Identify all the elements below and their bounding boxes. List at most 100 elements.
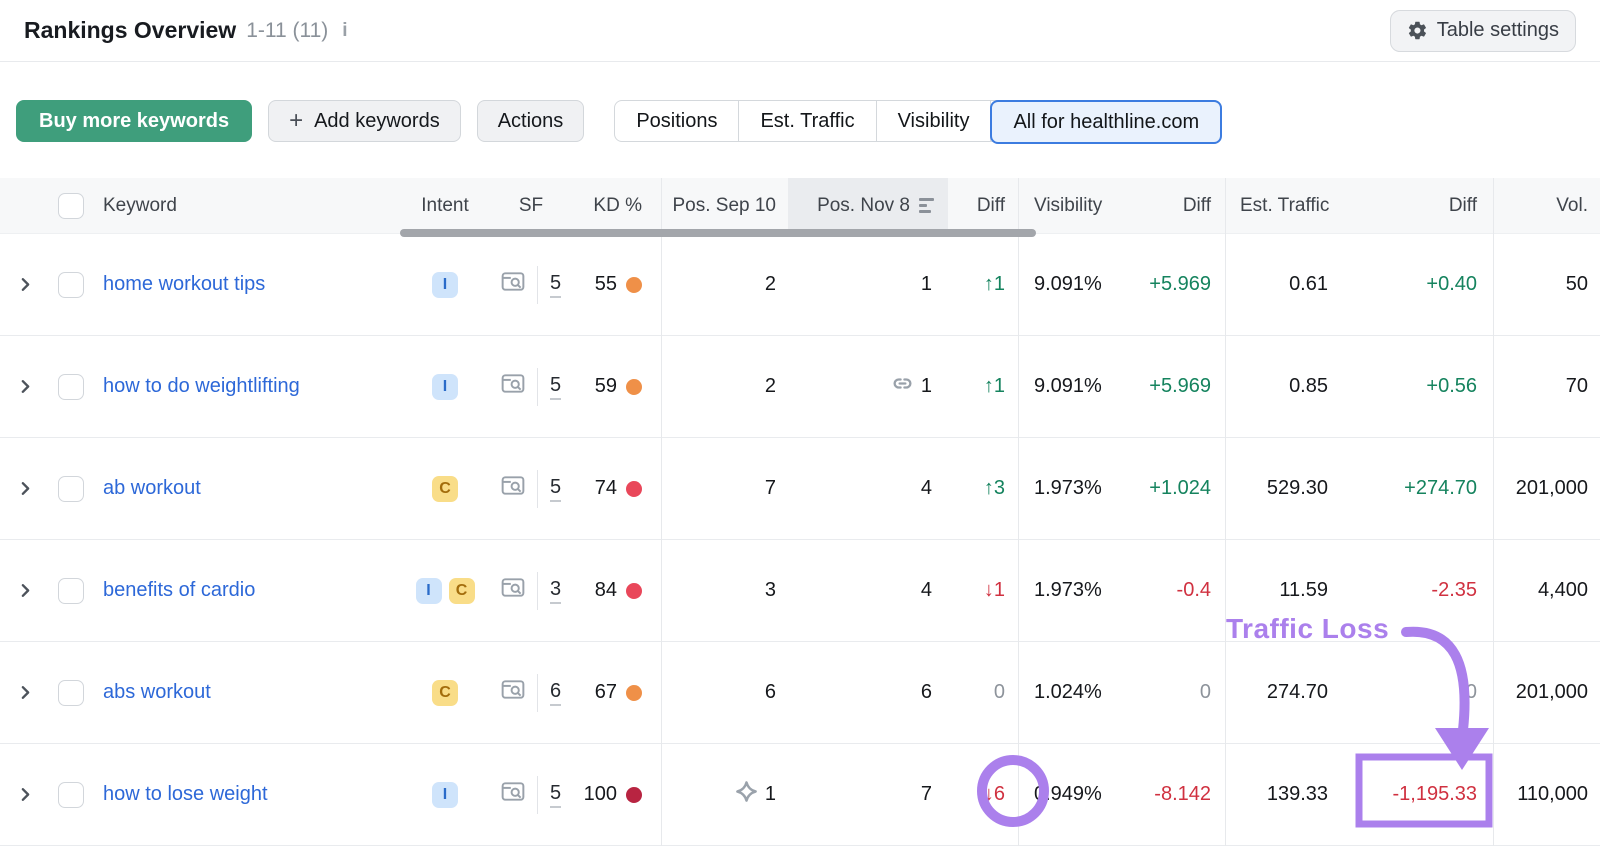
est-traffic-cell: 274.70 [1225,642,1340,743]
intent-badge-c[interactable]: C [432,679,458,706]
tab-label: Est. Traffic [760,109,855,132]
intent-badge-i[interactable]: I [432,373,458,400]
buy-more-keywords-button[interactable]: Buy more keywords [16,100,253,142]
col-header-visibility[interactable]: Visibility [1018,178,1120,233]
row-expander[interactable] [0,744,50,845]
row-checkbox[interactable] [58,577,84,604]
kd-value: 84 [594,579,617,601]
toolbar: Buy more keywords + Add keywords Actions… [0,100,1600,144]
volume-cell: 4,400 [1493,540,1600,641]
col-header-traffic-diff[interactable]: Diff [1340,178,1493,233]
col-header-intent[interactable]: Intent [400,178,490,233]
row-checkbox[interactable] [58,475,84,502]
col-header-kd[interactable]: KD % [572,178,661,233]
sf-count[interactable]: 5 [549,272,562,298]
pos-nov8-value: 6 [920,681,932,703]
tab-positions[interactable]: Positions [615,101,740,141]
serp-features-icon[interactable] [501,577,525,604]
pos-sep10-value: 3 [764,579,776,601]
row-expander[interactable] [0,540,50,641]
intent-badge-c[interactable]: C [432,475,458,502]
sf-divider [536,367,538,406]
pos-diff-value: 0 [993,681,1005,703]
est-traffic-value: 0.61 [1289,273,1328,295]
intent-badge-i[interactable]: I [432,271,458,298]
col-header-visibility-diff[interactable]: Diff [1120,178,1225,233]
tab-all-for-healthline-com[interactable]: All for healthline.com [990,100,1223,144]
row-checkbox-cell [50,744,92,845]
table-settings-label: Table settings [1436,19,1559,41]
visibility-diff-cell: +5.969 [1120,336,1225,437]
keyword-link[interactable]: how to lose weight [103,783,268,806]
pos-sep10-cell: 2 [661,234,788,335]
col-header-volume[interactable]: Vol. [1493,178,1600,233]
visibility-value: 0.949% [1034,783,1102,805]
col-header-keyword[interactable]: Keyword [92,178,400,233]
table-row: how to lose weight I 5 100 1 7 ↓6 0.949% -8.142 1… [0,744,1600,846]
column-divider [661,178,662,846]
row-checkbox[interactable] [58,271,84,298]
actions-button[interactable]: Actions [476,100,585,142]
kd-difficulty-dot [626,786,642,803]
intent-badge-i[interactable]: I [432,781,458,808]
tab-visibility[interactable]: Visibility [877,101,992,141]
serp-features-icon[interactable] [501,271,525,298]
keyword-link[interactable]: home workout tips [103,273,265,296]
keyword-link[interactable]: ab workout [103,477,201,500]
col-header-sf[interactable]: SF [490,178,572,233]
col-header-pos-nov8[interactable]: Pos. Nov 8 [788,178,948,233]
row-checkbox[interactable] [58,679,84,706]
traffic-diff-cell: +0.56 [1340,336,1493,437]
row-checkbox[interactable] [58,781,84,808]
kd-cell: 74 [572,438,661,539]
kd-value: 67 [594,681,617,703]
keyword-link[interactable]: abs workout [103,681,211,704]
sf-count[interactable]: 5 [549,782,562,808]
add-keywords-button[interactable]: + Add keywords [268,100,461,142]
pos-sep10-value: 7 [764,477,776,499]
tab-est-traffic[interactable]: Est. Traffic [739,101,877,141]
row-expander[interactable] [0,438,50,539]
serp-features-icon[interactable] [501,475,525,502]
pos-nov8-value: 4 [920,477,932,499]
pos-diff-value: ↑3 [983,477,1005,499]
pos-sep10-cell: 2 [661,336,788,437]
row-expander[interactable] [0,642,50,743]
tab-label: Positions [636,109,718,132]
est-traffic-cell: 0.61 [1225,234,1340,335]
sf-count[interactable]: 6 [549,680,562,706]
sf-count[interactable]: 3 [549,578,562,604]
traffic-diff-value: +0.56 [1426,375,1477,397]
row-expander[interactable] [0,336,50,437]
visibility-diff-cell: -0.4 [1120,540,1225,641]
col-header-pos-diff[interactable]: Diff [948,178,1018,233]
intent-badge-i[interactable]: I [415,577,442,604]
keyword-link[interactable]: how to do weightlifting [103,375,300,398]
pos-diff-value: ↑1 [983,375,1005,397]
visibility-cell: 0.949% [1018,744,1120,845]
serp-features-icon[interactable] [501,679,525,706]
info-icon[interactable]: i [342,20,347,42]
traffic-diff-cell: +274.70 [1340,438,1493,539]
serp-features-icon[interactable] [501,781,525,808]
traffic-diff-value: +0.40 [1426,273,1477,295]
visibility-cell: 9.091% [1018,336,1120,437]
col-header-pos-sep10[interactable]: Pos. Sep 10 [661,178,788,233]
visibility-cell: 1.024% [1018,642,1120,743]
row-expander[interactable] [0,234,50,335]
row-checkbox[interactable] [58,373,84,400]
table-settings-button[interactable]: Table settings [1389,9,1576,52]
select-all-checkbox[interactable] [58,192,84,219]
serp-features-icon[interactable] [501,373,525,400]
kd-value: 100 [583,783,617,805]
intent-cell: I [400,744,490,845]
horizontal-scrollbar[interactable] [400,229,1036,237]
sf-count[interactable]: 5 [549,374,562,400]
intent-badge-c[interactable]: C [448,577,475,604]
sf-count[interactable]: 5 [549,476,562,502]
keyword-link[interactable]: benefits of cardio [103,579,255,602]
volume-cell: 201,000 [1493,438,1600,539]
col-header-est-traffic[interactable]: Est. Traffic [1225,178,1340,233]
visibility-diff-value: +1.024 [1149,477,1211,499]
visibility-cell: 9.091% [1018,234,1120,335]
